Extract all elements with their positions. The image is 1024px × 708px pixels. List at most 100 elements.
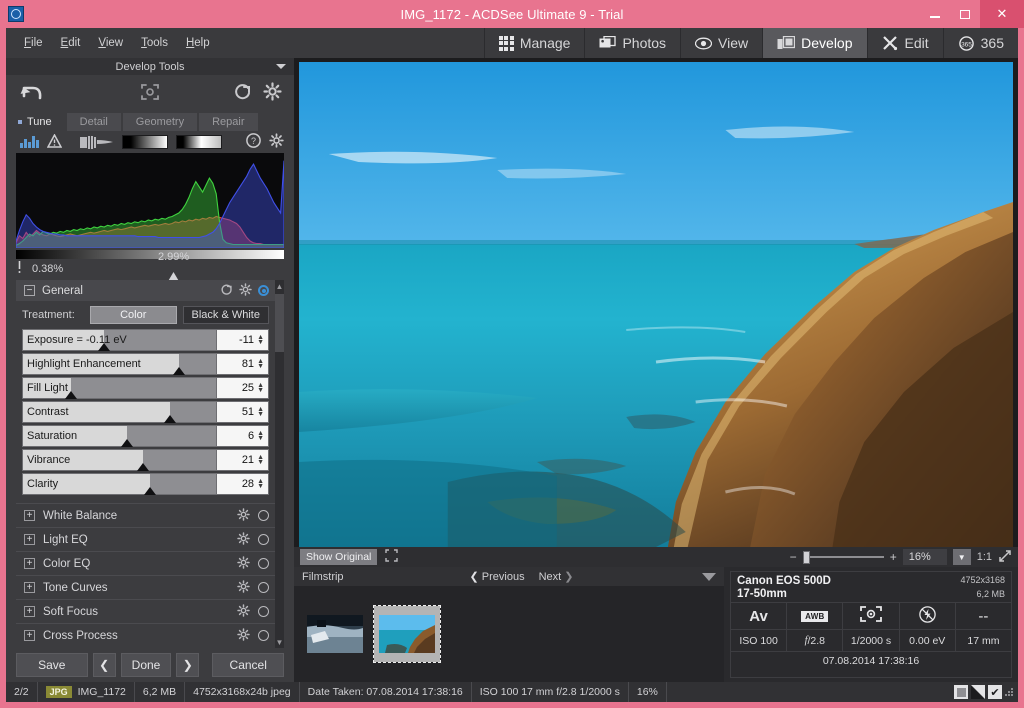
treatment-color-button[interactable]: Color	[90, 306, 177, 324]
slider-value[interactable]: 6 ▲ ▼	[216, 426, 268, 446]
gear-icon[interactable]	[237, 507, 250, 524]
slider-fill[interactable]: Fill Light 25 ▲ ▼	[22, 377, 269, 399]
slider-track[interactable]: Vibrance	[23, 450, 216, 471]
zoom-dropdown-icon[interactable]: ▼	[952, 549, 971, 565]
scroll-up-icon[interactable]: ▲	[275, 280, 284, 292]
minimize-button[interactable]	[920, 0, 950, 28]
slider-value[interactable]: -11 ▲ ▼	[216, 330, 268, 350]
slider-contrast[interactable]: Contrast 51 ▲ ▼	[22, 401, 269, 423]
fit-to-window-icon[interactable]	[998, 549, 1012, 566]
slider-clarity[interactable]: Clarity 28 ▲ ▼	[22, 473, 269, 495]
slider-knob[interactable]	[65, 391, 78, 399]
radio-off-icon[interactable]	[258, 582, 269, 593]
zoom-in-button[interactable]: +	[890, 550, 897, 564]
zoom-slider-track[interactable]	[809, 556, 884, 558]
slider-knob[interactable]	[136, 463, 149, 471]
warning-icon[interactable]	[46, 133, 62, 150]
spinner-icon[interactable]: ▲ ▼	[257, 478, 264, 490]
expand-plus-icon[interactable]: +	[24, 558, 35, 569]
slider-value[interactable]: 21 ▲ ▼	[216, 450, 268, 470]
spinner-icon[interactable]: ▲ ▼	[257, 358, 264, 370]
section-tone-curves[interactable]: + Tone Curves	[16, 575, 275, 599]
expand-icon[interactable]	[385, 549, 399, 565]
check-icon[interactable]: ✔	[988, 685, 1002, 699]
menu-view[interactable]: View	[98, 37, 123, 49]
show-original-button[interactable]: Show Original	[300, 549, 378, 565]
close-button[interactable]: ✕	[980, 0, 1024, 28]
tab-photos[interactable]: Photos	[584, 28, 681, 58]
tab-develop[interactable]: Develop	[762, 28, 867, 58]
split-icon[interactable]	[971, 685, 985, 699]
spinner-icon[interactable]: ▲ ▼	[257, 382, 264, 394]
photo-canvas[interactable]	[299, 62, 1013, 547]
done-button[interactable]: Done	[120, 653, 172, 677]
slider-track[interactable]: Clarity	[23, 474, 216, 495]
slider-knob[interactable]	[98, 343, 111, 351]
expand-plus-icon[interactable]: +	[24, 534, 35, 545]
spinner-icon[interactable]: ▲ ▼	[257, 430, 264, 442]
gear-icon[interactable]	[263, 82, 282, 106]
brush-icon[interactable]	[79, 135, 114, 150]
slider-track[interactable]: Highlight Enhancement	[23, 354, 216, 375]
chevron-down-icon[interactable]	[276, 64, 286, 69]
expand-plus-icon[interactable]: +	[24, 630, 35, 641]
section-soft-focus[interactable]: + Soft Focus	[16, 599, 275, 623]
tool-tab-repair[interactable]: Repair	[199, 113, 258, 131]
gear-icon[interactable]	[237, 579, 250, 596]
tab-view[interactable]: View	[680, 28, 763, 58]
gear-icon[interactable]	[269, 133, 284, 151]
cancel-button[interactable]: Cancel	[212, 653, 284, 677]
gear-icon[interactable]	[239, 282, 252, 299]
gear-icon[interactable]	[237, 531, 250, 548]
radio-off-icon[interactable]	[258, 510, 269, 521]
scroll-down-icon[interactable]: ▼	[275, 636, 284, 648]
radio-off-icon[interactable]	[258, 630, 269, 641]
gear-icon[interactable]	[237, 627, 250, 644]
refresh-icon[interactable]	[220, 283, 233, 299]
section-white-balance[interactable]: + White Balance	[16, 503, 275, 527]
collapse-minus-icon[interactable]: −	[24, 285, 35, 296]
slider-knob[interactable]	[144, 487, 157, 495]
treatment-bw-button[interactable]: Black & White	[182, 306, 269, 324]
slider-value[interactable]: 51 ▲ ▼	[216, 402, 268, 422]
slider-track[interactable]: Saturation	[23, 426, 216, 447]
tab-manage[interactable]: Manage	[483, 28, 585, 58]
section-light-eq[interactable]: + Light EQ	[16, 527, 275, 551]
tool-tab-tune[interactable]: Tune	[12, 113, 65, 131]
chevron-down-icon[interactable]	[702, 572, 716, 581]
next-image-button[interactable]: ❯	[176, 653, 200, 677]
tool-tab-geometry[interactable]: Geometry	[122, 113, 198, 131]
slider-track[interactable]: Contrast	[23, 402, 216, 423]
tab-365[interactable]: 365 365	[942, 28, 1018, 58]
spinner-icon[interactable]: ▲ ▼	[257, 334, 264, 346]
scrollbar-thumb[interactable]	[275, 294, 284, 352]
thumbnail-1[interactable]	[304, 608, 366, 660]
filmstrip-next-button[interactable]: Next ❯	[539, 570, 574, 583]
tool-tab-detail[interactable]: Detail	[66, 113, 121, 131]
slider-vibrance[interactable]: Vibrance 21 ▲ ▼	[22, 449, 269, 471]
spinner-icon[interactable]: ▲ ▼	[257, 454, 264, 466]
help-icon[interactable]: ?	[246, 133, 261, 151]
menu-edit[interactable]: Edit	[61, 37, 81, 49]
resize-grip-icon[interactable]	[1005, 688, 1013, 696]
zoom-slider-handle[interactable]	[802, 550, 810, 564]
square-icon[interactable]	[954, 685, 968, 699]
gear-icon[interactable]	[237, 603, 250, 620]
histogram-icon[interactable]	[20, 136, 39, 148]
radio-on-icon[interactable]	[258, 285, 269, 296]
zoom-slider[interactable]	[802, 550, 884, 564]
slider-value[interactable]: 25 ▲ ▼	[216, 378, 268, 398]
section-cross-process[interactable]: + Cross Process	[16, 623, 275, 647]
expand-plus-icon[interactable]: +	[24, 606, 35, 617]
section-header-general[interactable]: − General	[16, 280, 275, 301]
panel-title-bar[interactable]: Develop Tools	[6, 58, 294, 75]
filmstrip-previous-button[interactable]: ❮ Previous	[469, 570, 524, 583]
maximize-button[interactable]	[950, 0, 980, 28]
slider-value[interactable]: 81 ▲ ▼	[216, 354, 268, 374]
save-button[interactable]: Save	[16, 653, 88, 677]
zoom-1-to-1-button[interactable]: 1:1	[977, 551, 992, 563]
shadow-clip-icon[interactable]	[16, 261, 23, 277]
expand-plus-icon[interactable]: +	[24, 582, 35, 593]
radio-off-icon[interactable]	[258, 558, 269, 569]
radio-off-icon[interactable]	[258, 534, 269, 545]
